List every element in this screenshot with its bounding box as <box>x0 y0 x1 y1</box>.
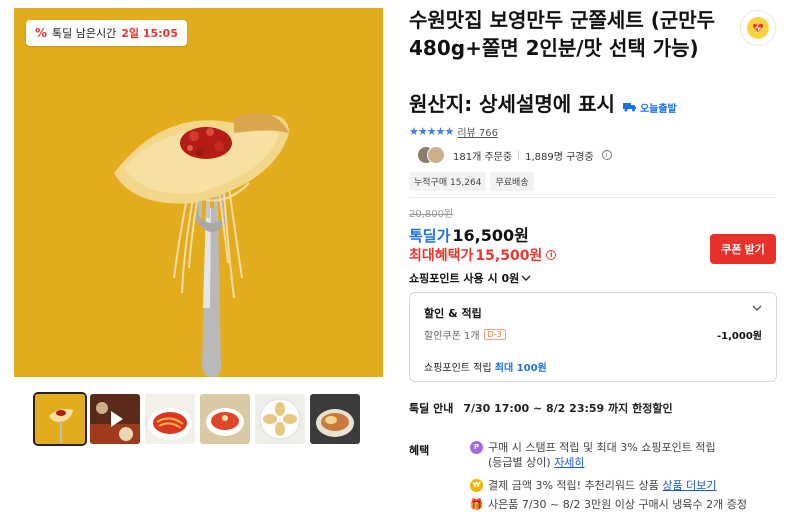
benefit-text-sub: (등급별 상이) <box>488 456 551 469</box>
points-use-dropdown[interactable]: 쇼핑포인트 사용 시 0원 <box>409 270 531 286</box>
coupon-amount: -1,000원 <box>717 331 762 342</box>
coupon-download-button[interactable]: 쿠폰 받기 <box>710 234 776 264</box>
avatar <box>427 146 445 164</box>
today-ship-label: 오늘출발 <box>639 103 677 115</box>
deal-info: 톡딜 안내 7/30 17:00 ~ 8/2 23:59 까지 한정할인 <box>409 400 673 416</box>
today-ship-badge: 오늘출발 <box>622 100 677 115</box>
deal-info-text: 7/30 17:00 ~ 8/2 23:59 까지 한정할인 <box>463 402 673 415</box>
review-link[interactable]: 리뷰 766 <box>457 124 498 139</box>
benefit-item-points: P 구매 시 스탬프 적립 및 최대 3% 쇼핑포인트 적립 (등급별 상이) … <box>470 440 716 470</box>
benefit-text: 사은품 7/30 ~ 8/2 3만원 이상 구매시 냉육수 2개 증정 <box>488 498 748 511</box>
deal-timer-badge: % 톡딜 남은시간 2일 15:05 <box>26 20 187 46</box>
deal-price: 톡딜가 16,500원 <box>409 222 529 246</box>
video-thumb-icon <box>90 394 140 444</box>
benefit-more-link[interactable]: 상품 더보기 <box>662 479 716 492</box>
benefits-label: 혜택 <box>409 444 430 457</box>
wishlist-button[interactable] <box>740 10 776 46</box>
thumb-5[interactable] <box>255 394 305 444</box>
dumpling-fork-thumb-icon <box>35 394 85 444</box>
discount-panel: 할인 & 적립 할인쿠폰 1개 D-3 -1,000원 쇼핑포인트 적립 최대 … <box>409 292 777 382</box>
spicy-noodle-thumb-icon <box>145 394 195 444</box>
thumb-3[interactable] <box>145 394 195 444</box>
thumb-6[interactable] <box>310 394 360 444</box>
deal-timer-label: 톡딜 남은시간 <box>52 27 117 40</box>
ordering-count: 181개 주문중 <box>453 151 513 163</box>
dumpling-plate-thumb-icon <box>255 394 305 444</box>
chevron-down-icon[interactable] <box>752 305 762 312</box>
deal-price-label: 톡딜가 <box>409 227 451 245</box>
divider <box>518 150 520 160</box>
pay-icon: ₩ <box>470 479 483 492</box>
watching-count: 1,889명 구경중 <box>525 151 594 163</box>
rating-stars: ★★★★★ <box>409 125 454 138</box>
max-benefit-value: 15,500원 <box>475 248 543 264</box>
chevron-down-icon <box>521 275 531 281</box>
info-icon[interactable]: i <box>601 150 612 160</box>
discount-header: 할인 & 적립 <box>424 307 482 320</box>
deal-timer-remaining: 2일 15:05 <box>121 27 178 40</box>
dumpling-fork-illustration <box>14 8 383 377</box>
max-benefit-label: 최대혜택가 <box>409 248 474 264</box>
thumb-2[interactable] <box>90 394 140 444</box>
points-use-label: 쇼핑포인트 사용 시 0원 <box>409 272 520 285</box>
buyer-avatars <box>417 146 447 164</box>
thumbnail-strip <box>33 392 360 446</box>
chip-free-shipping: 무료배송 <box>490 172 534 191</box>
thumb-4[interactable] <box>200 394 250 444</box>
rating-row: ★★★★★ 리뷰 766 <box>409 124 498 139</box>
benefit-item-gift: 🎁 사은품 7/30 ~ 8/2 3만원 이상 구매시 냉육수 2개 증정 <box>470 497 747 512</box>
point-icon: P <box>470 441 483 454</box>
dumpling-bowl-thumb-icon <box>310 394 360 444</box>
chip-cumulative-purchase: 누적구매 15,264 <box>409 172 487 191</box>
original-price: 20,800원 <box>409 209 454 220</box>
deal-info-label: 톡딜 안내 <box>409 402 454 415</box>
product-title: 수원맛집 보영만두 군쫄세트 (군만두 480g+쫄면 2인분/맛 선택 가능) <box>409 8 716 60</box>
benefit-text: 결제 금액 3% 적립! 추천리워드 상품 <box>488 479 659 492</box>
truck-icon <box>622 103 636 112</box>
max-benefit-price: 최대혜택가 15,500원 i <box>409 245 557 265</box>
coupon-row: 할인쿠폰 1개 D-3 -1,000원 <box>424 327 762 342</box>
points-earn-row: 쇼핑포인트 적립 최대 100원 <box>424 359 547 374</box>
coupon-label: 할인쿠폰 1개 <box>424 331 480 342</box>
product-chips: 누적구매 15,264 무료배송 <box>409 172 534 191</box>
deal-price-value: 16,500원 <box>452 226 529 245</box>
divider <box>409 197 776 198</box>
benefit-item-reward: ₩ 결제 금액 3% 적립! 추천리워드 상품 상품 더보기 <box>470 478 717 493</box>
percent-icon: % <box>35 26 48 40</box>
origin-line: 원산지: 상세설명에 표시 오늘출발 <box>409 90 677 118</box>
thumb-1[interactable] <box>33 392 87 446</box>
points-earn-max: 최대 100원 <box>494 363 547 374</box>
noodle-bowl-thumb-icon <box>200 394 250 444</box>
product-main-image[interactable]: % 톡딜 남은시간 2일 15:05 <box>14 8 383 377</box>
info-icon[interactable]: i <box>546 250 557 260</box>
origin-text: 원산지: 상세설명에 표시 <box>409 92 615 116</box>
benefit-detail-link[interactable]: 자세히 <box>554 456 584 469</box>
benefit-text: 구매 시 스탬프 적립 및 최대 3% 쇼핑포인트 적립 <box>488 441 716 454</box>
dday-badge: D-3 <box>483 329 506 340</box>
social-proof: 181개 주문중 1,889명 구경중 i <box>417 146 612 164</box>
gift-icon: 🎁 <box>469 498 484 511</box>
points-earn-label: 쇼핑포인트 적립 <box>424 363 492 374</box>
heart-icon <box>747 17 769 39</box>
